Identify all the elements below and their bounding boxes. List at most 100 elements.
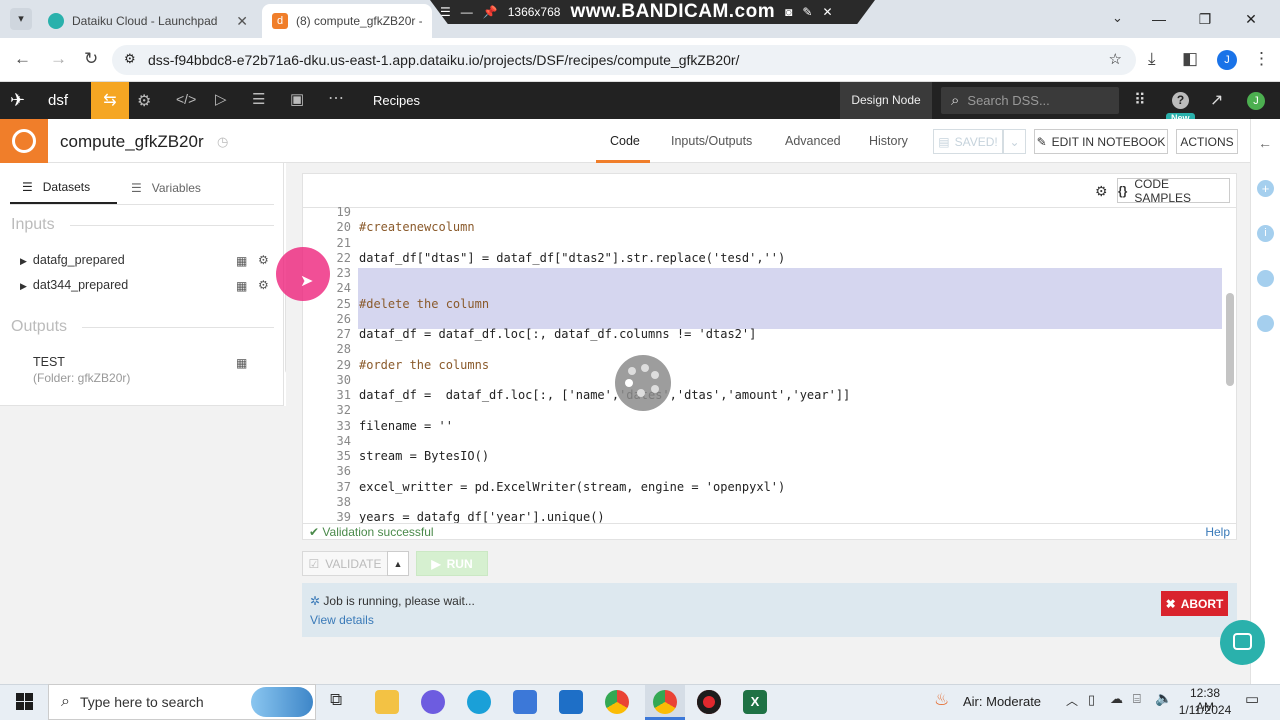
close-tab-icon[interactable]: ✕ xyxy=(236,13,248,30)
download-icon[interactable]: ⤓ xyxy=(1148,49,1156,69)
side-panel-icon[interactable]: ◧ xyxy=(1182,49,1198,69)
project-key[interactable]: dsf xyxy=(48,92,68,109)
code-line[interactable]: dataf_df = dataf_df.loc[:, dataf_df.colu… xyxy=(359,327,756,341)
dataset-table-icon[interactable]: ▦ xyxy=(236,254,247,268)
profile-avatar[interactable]: J xyxy=(1217,50,1237,70)
url-bar[interactable]: ⚙ dss-f94bbdc8-e72b71a6-dku.us-east-1.ap… xyxy=(112,45,1136,75)
site-info-icon[interactable]: ⚙ xyxy=(124,51,136,67)
user-avatar[interactable]: J xyxy=(1247,92,1265,110)
dataset-table-icon[interactable]: ▦ xyxy=(236,279,247,293)
tab-inputs-outputs[interactable]: Inputs/Outputs xyxy=(671,134,752,148)
help-icon[interactable]: ? xyxy=(1172,92,1189,109)
forward-arrow-icon[interactable]: → xyxy=(50,49,67,69)
folder-table-icon[interactable]: ▦ xyxy=(236,356,247,370)
code-line[interactable]: excel_writter = pd.ExcelWriter(stream, e… xyxy=(359,480,785,494)
caret-right-icon[interactable]: ▶ xyxy=(20,281,27,291)
help-link[interactable]: Help xyxy=(1205,524,1230,541)
chevron-down-icon[interactable]: ⌄ xyxy=(1112,10,1123,26)
flow-icon[interactable]: ⇆ xyxy=(91,82,129,119)
tab-code[interactable]: Code xyxy=(610,134,640,148)
close-window-icon[interactable]: ✕ xyxy=(1228,2,1274,36)
output-folder-name[interactable]: TEST xyxy=(33,355,65,369)
network-icon[interactable]: ⌸ xyxy=(1133,691,1141,707)
input-dataset-item[interactable]: ▶ dat344_prepared xyxy=(20,278,128,292)
code-line[interactable]: #delete the column xyxy=(359,297,489,311)
browser-tab-recipe[interactable]: d (8) compute_gfkZB20r - Reci xyxy=(262,4,432,38)
timeline-icon[interactable] xyxy=(1257,315,1274,332)
back-arrow-icon[interactable]: ← xyxy=(14,49,31,69)
code-samples-button[interactable]: {} CODE SAMPLES xyxy=(1117,177,1230,205)
recipe-title[interactable]: compute_gfkZB20r xyxy=(60,132,204,152)
tab-list-button[interactable]: ▾ xyxy=(10,8,32,30)
view-details-link[interactable]: View details xyxy=(310,613,374,627)
minimize-window-icon[interactable]: — xyxy=(1136,2,1182,36)
code-line[interactable]: filename = '' xyxy=(359,419,453,433)
restore-window-icon[interactable]: ❐ xyxy=(1182,2,1228,36)
task-view-icon[interactable]: ⧉ xyxy=(330,690,342,710)
tab-history[interactable]: History xyxy=(869,134,908,148)
cloud-icon[interactable]: ☁ xyxy=(1110,691,1123,707)
chat-support-icon[interactable] xyxy=(1220,620,1265,665)
saved-button[interactable]: ▤ SAVED! xyxy=(933,129,1003,154)
volume-icon[interactable]: 🔈 xyxy=(1155,690,1172,707)
browser-tab-launchpad[interactable]: Dataiku Cloud - Launchpad ✕ xyxy=(38,4,258,38)
dataset-settings-icon[interactable]: ⚙ xyxy=(258,253,269,267)
store-icon[interactable] xyxy=(513,690,537,714)
validate-dropdown-button[interactable]: ▲ xyxy=(387,551,409,576)
bookmark-star-icon[interactable]: ☆ xyxy=(1109,50,1122,68)
dss-search-input[interactable]: ⌕ Search DSS... xyxy=(941,87,1119,114)
nav-icon-cycle[interactable]: ⚙ xyxy=(137,91,151,111)
clock-date[interactable]: 1/11/2024 xyxy=(1176,703,1234,717)
discussion-icon[interactable] xyxy=(1257,270,1274,287)
code-line[interactable]: dataf_df["dtas"] = dataf_df["dtas2"].str… xyxy=(359,251,785,265)
tray-overflow-icon[interactable]: ︿ xyxy=(1066,692,1078,709)
info-circle-icon[interactable]: i xyxy=(1257,225,1274,242)
add-circle-icon[interactable]: + xyxy=(1257,180,1274,197)
mail-icon[interactable] xyxy=(559,690,583,714)
caret-right-icon[interactable]: ▶ xyxy=(20,256,27,266)
code-line[interactable]: #order the columns xyxy=(359,358,489,372)
apps-grid-icon[interactable]: ⠿ xyxy=(1134,90,1146,110)
collapse-arrow-icon[interactable]: ← xyxy=(1258,135,1272,151)
dashboard-icon[interactable]: ▣ xyxy=(290,90,304,108)
browser-menu-icon[interactable]: ⋮ xyxy=(1253,49,1270,69)
windows-start-icon[interactable] xyxy=(16,693,33,710)
abort-button[interactable]: ✖ ABORT xyxy=(1161,591,1228,616)
actions-button[interactable]: ACTIONS xyxy=(1176,129,1238,154)
design-node-label[interactable]: Design Node xyxy=(840,82,932,119)
excel-icon[interactable]: X xyxy=(743,690,767,714)
chrome-icon[interactable] xyxy=(605,690,629,714)
code-line[interactable]: stream = BytesIO() xyxy=(359,449,489,463)
tab-advanced[interactable]: Advanced xyxy=(785,134,841,148)
file-explorer-icon[interactable] xyxy=(375,690,399,714)
tab-datasets[interactable]: ☰ Datasets xyxy=(22,180,90,194)
app-icon[interactable] xyxy=(421,690,445,714)
reload-icon[interactable]: ↻ xyxy=(84,49,98,69)
validate-button[interactable]: ☑ VALIDATE xyxy=(302,551,388,576)
notification-icon[interactable]: ▭ xyxy=(1245,690,1259,708)
more-dots-icon[interactable]: ⋯ xyxy=(328,88,344,108)
chrome-active-icon[interactable] xyxy=(645,685,685,720)
tab-variables[interactable]: ☰ Variables xyxy=(131,181,201,195)
run-button[interactable]: ▶ RUN xyxy=(416,551,488,576)
play-icon[interactable]: ▷ xyxy=(215,90,227,108)
editor-settings-gear-icon[interactable]: ⚙ xyxy=(1095,183,1108,200)
taskbar-search-input[interactable]: ⌕ Type here to search xyxy=(48,684,316,720)
code-line[interactable]: years = datafg_df['year'].unique() xyxy=(359,510,605,523)
weather-status[interactable]: Air: Moderate xyxy=(963,694,1041,709)
code-editor[interactable]: 19 20 #createnewcolumn 21 22 dataf_df["dtas"]… xyxy=(303,207,1226,523)
code-icon[interactable]: </> xyxy=(176,91,196,107)
tray-device-icon[interactable]: ▯ xyxy=(1088,692,1095,708)
nav-section-recipes[interactable]: Recipes xyxy=(373,93,420,108)
code-line[interactable]: dataf_df = dataf_df.loc[:, ['name','date… xyxy=(359,388,850,402)
input-dataset-item[interactable]: ▶ datafg_prepared xyxy=(20,253,125,267)
edit-in-notebook-button[interactable]: ✎ EDIT IN NOTEBOOK xyxy=(1034,129,1168,154)
edge-browser-icon[interactable] xyxy=(467,690,491,714)
editor-scrollbar[interactable] xyxy=(1226,293,1234,386)
stack-icon[interactable]: ☰ xyxy=(252,90,265,108)
dataiku-bird-logo-icon[interactable]: ✈ xyxy=(10,90,25,111)
dataset-settings-icon[interactable]: ⚙ xyxy=(258,278,269,292)
save-dropdown-button[interactable]: ⌄ xyxy=(1003,129,1026,154)
bandicam-record-icon[interactable] xyxy=(697,690,721,714)
code-line[interactable]: #createnewcolumn xyxy=(359,220,475,234)
